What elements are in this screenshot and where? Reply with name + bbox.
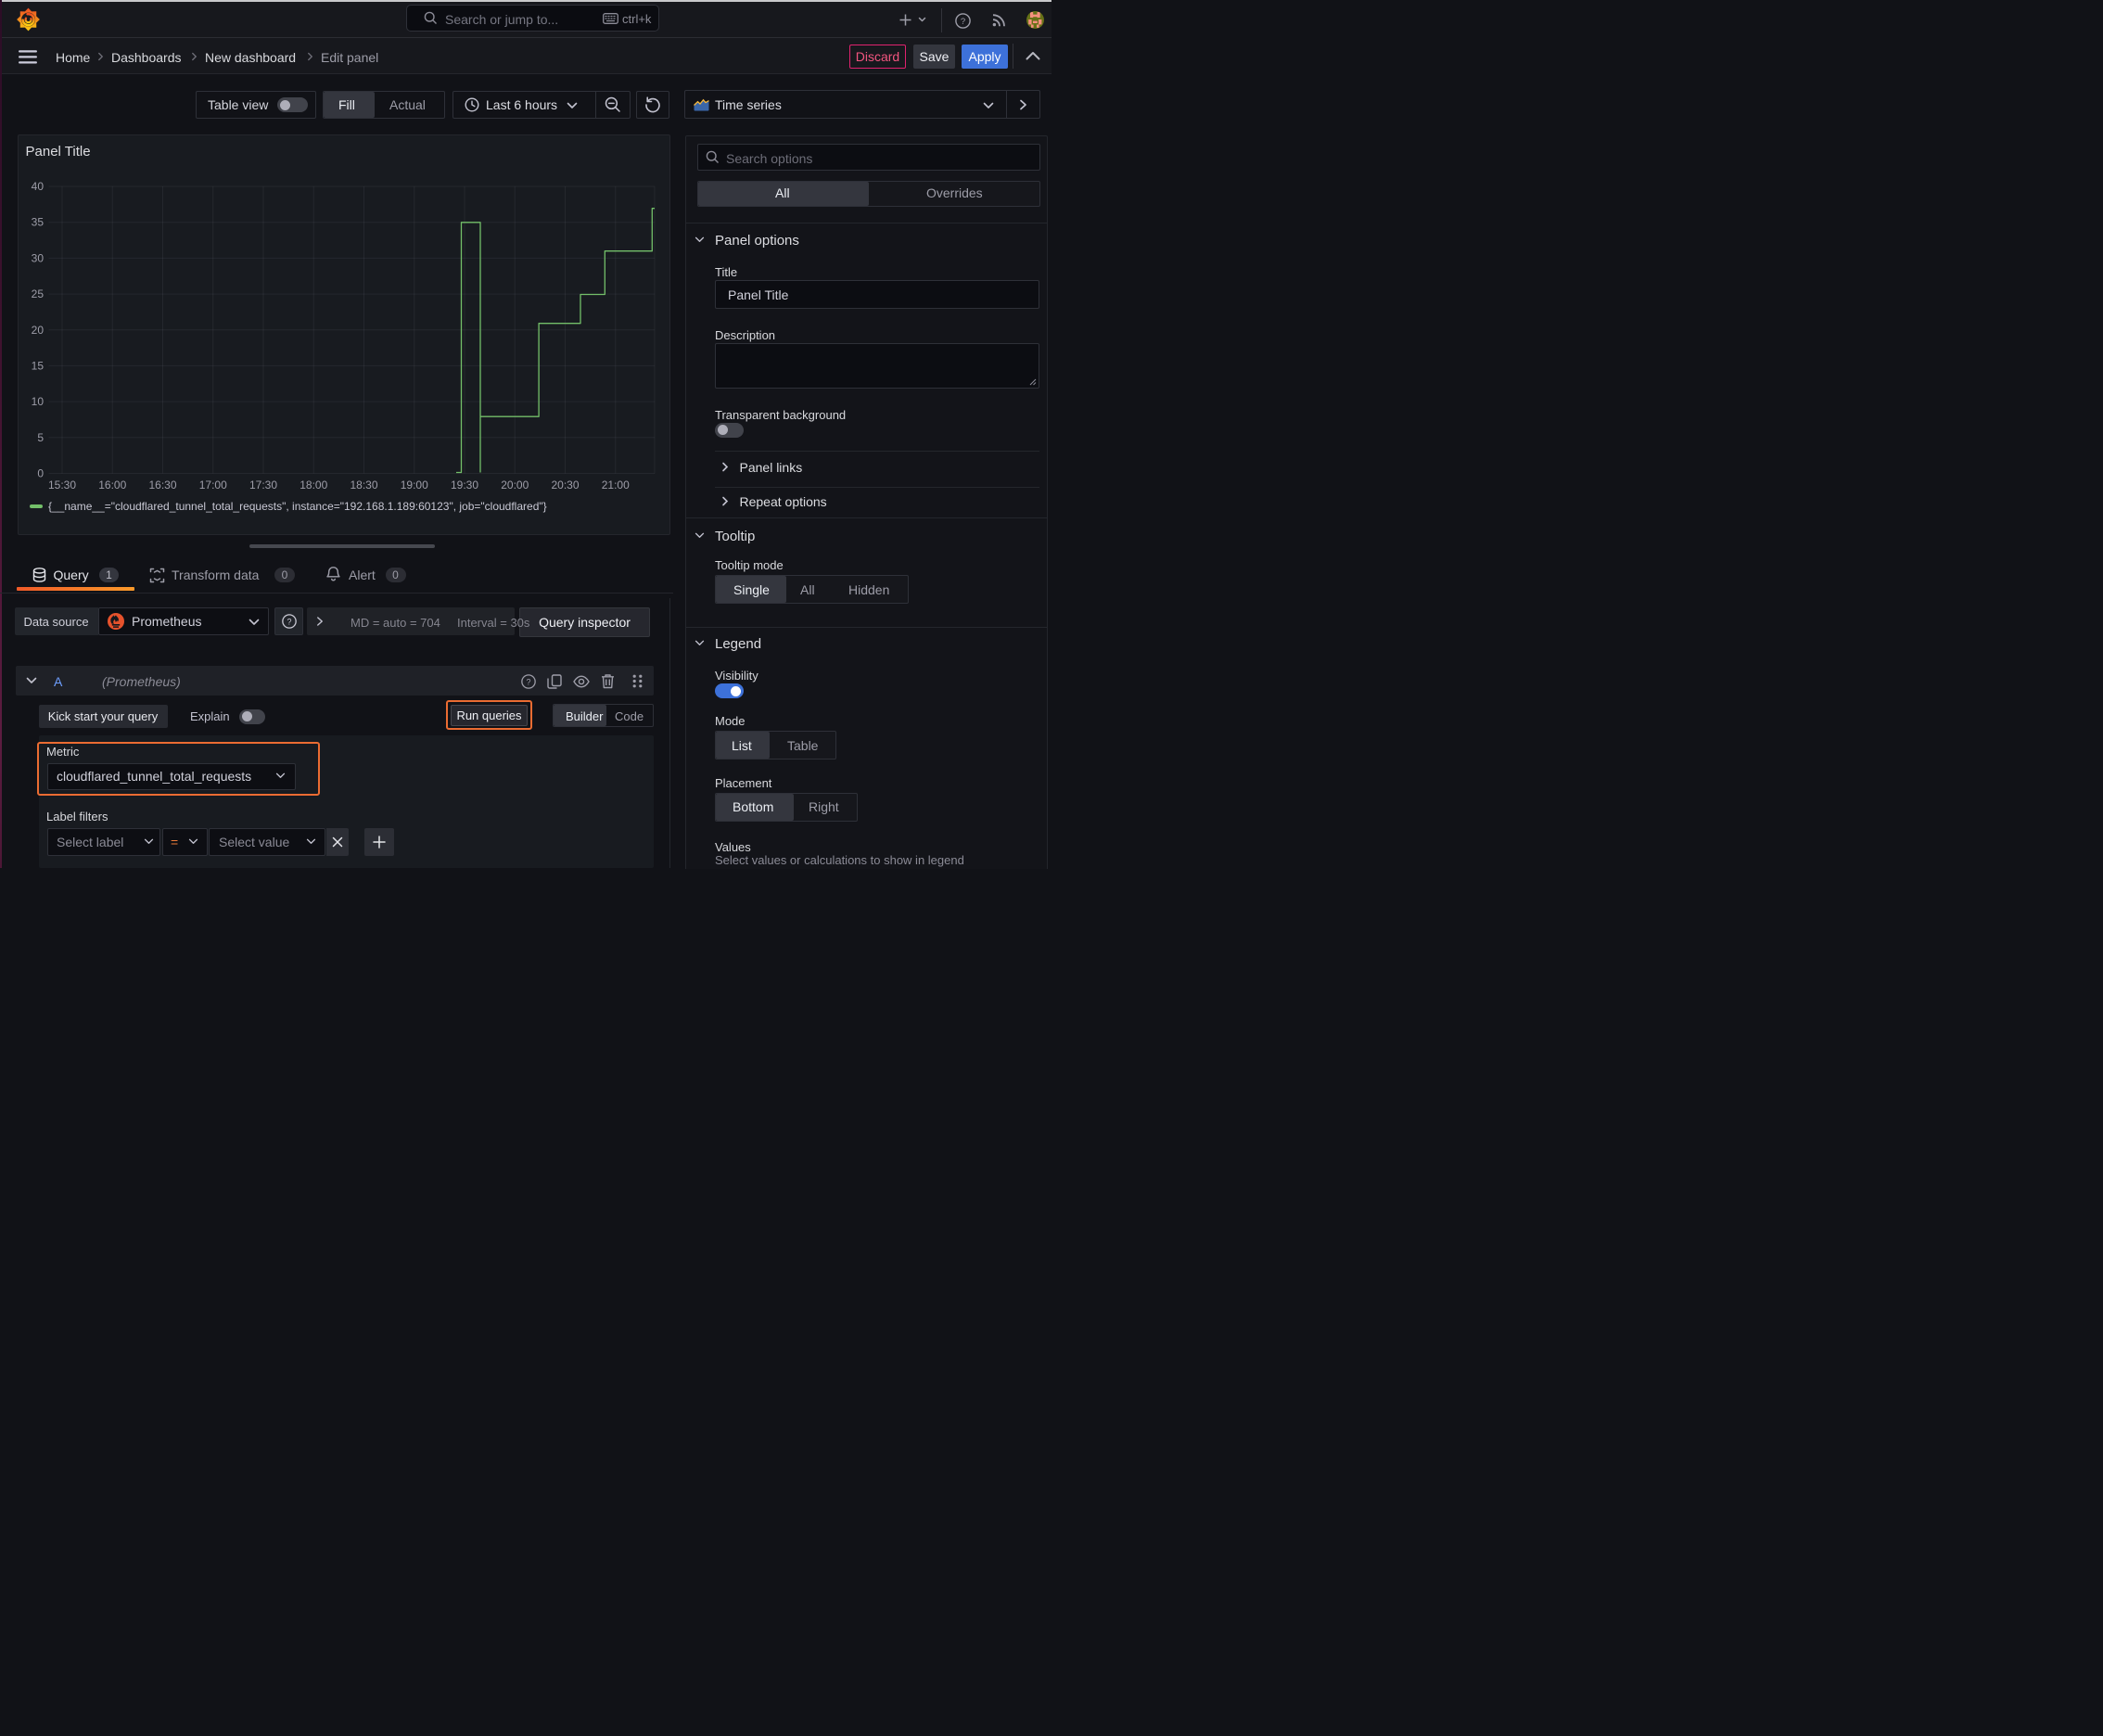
svg-text:21:00: 21:00 (601, 479, 629, 491)
svg-text:20:30: 20:30 (551, 479, 579, 491)
svg-text:30: 30 (31, 251, 44, 264)
svg-text:35: 35 (31, 216, 44, 229)
svg-text:?: ? (287, 617, 291, 626)
svg-text:18:00: 18:00 (300, 479, 327, 491)
svg-text:17:30: 17:30 (249, 479, 276, 491)
svg-text:40: 40 (31, 180, 44, 193)
svg-text:16:30: 16:30 (148, 479, 176, 491)
svg-text:10: 10 (31, 395, 44, 408)
svg-text:15: 15 (31, 359, 44, 372)
svg-text:5: 5 (37, 431, 44, 444)
svg-text:19:30: 19:30 (450, 479, 478, 491)
svg-text:16:00: 16:00 (98, 479, 126, 491)
svg-text:20:00: 20:00 (501, 479, 529, 491)
svg-text:25: 25 (31, 287, 44, 300)
svg-text:15:30: 15:30 (47, 479, 75, 491)
svg-text:18:30: 18:30 (350, 479, 377, 491)
svg-text:?: ? (961, 17, 965, 27)
svg-text:17:00: 17:00 (198, 479, 226, 491)
svg-text:0: 0 (37, 467, 44, 480)
svg-text:?: ? (527, 677, 531, 686)
svg-text:19:00: 19:00 (400, 479, 427, 491)
svg-text:20: 20 (31, 324, 44, 337)
